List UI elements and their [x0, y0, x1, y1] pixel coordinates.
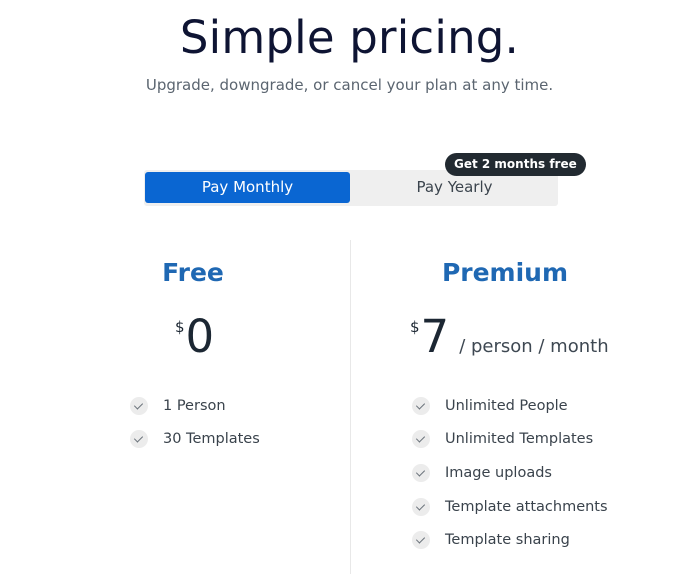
check-icon: [412, 497, 430, 516]
feature-label: Image uploads: [445, 464, 552, 481]
price-period: / person / month: [459, 336, 609, 357]
feature-item: 30 Templates: [130, 423, 260, 457]
price-amount: 0: [185, 310, 215, 363]
plan-name-free: Free: [162, 258, 224, 287]
page-subtitle: Upgrade, downgrade, or cancel your plan …: [145, 76, 554, 94]
plan-divider: [350, 240, 351, 574]
currency-symbol: $: [175, 318, 185, 336]
feature-label: Unlimited Templates: [445, 431, 594, 448]
yearly-discount-badge: Get 2 months free: [445, 153, 586, 176]
page-title: Simple pricing.: [179, 11, 520, 64]
pay-monthly-button[interactable]: Pay Monthly: [145, 172, 350, 203]
feature-item: Unlimited People: [412, 389, 608, 423]
check-icon: [412, 531, 430, 550]
check-icon: [412, 430, 430, 449]
feature-list-premium: Unlimited People Unlimited Templates Ima…: [412, 389, 608, 557]
check-icon: [130, 430, 148, 449]
price-premium: $ 7 / person / month: [410, 314, 609, 362]
price-amount: 7: [420, 310, 450, 363]
feature-label: Template sharing: [445, 532, 570, 549]
check-icon: [412, 396, 430, 415]
feature-label: Template attachments: [445, 498, 608, 515]
check-icon: [412, 463, 430, 482]
feature-item: Image uploads: [412, 456, 608, 490]
plan-name-premium: Premium: [441, 258, 569, 287]
currency-symbol: $: [410, 318, 420, 336]
pay-yearly-button[interactable]: Pay Yearly: [352, 172, 557, 203]
feature-item: Unlimited Templates: [412, 423, 608, 457]
check-icon: [130, 396, 148, 415]
feature-label: 1 Person: [163, 397, 226, 414]
price-free: $ 0: [175, 314, 214, 362]
feature-label: Unlimited People: [445, 397, 568, 414]
feature-item: Template attachments: [412, 490, 608, 524]
feature-list-free: 1 Person 30 Templates: [130, 389, 260, 456]
feature-label: 30 Templates: [163, 431, 260, 448]
feature-item: 1 Person: [130, 389, 260, 423]
feature-item: Template sharing: [412, 523, 608, 557]
